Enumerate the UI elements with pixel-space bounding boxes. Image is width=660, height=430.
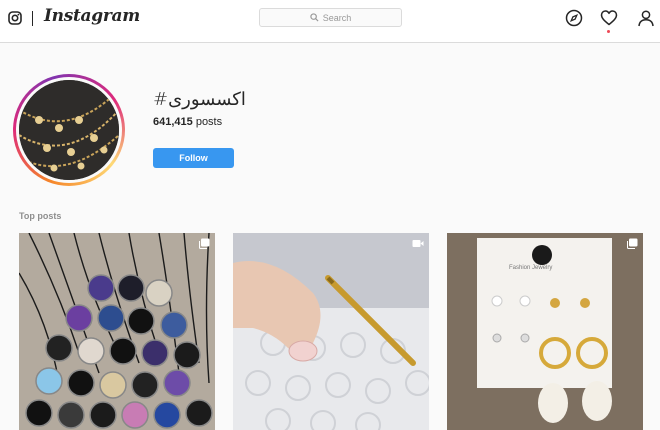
video-icon [412, 240, 424, 247]
post-count-suffix: posts [192, 116, 223, 128]
search-icon [310, 13, 319, 22]
top-post-3[interactable]: Fashion Jewelry [447, 233, 643, 430]
notification-dot [607, 30, 610, 33]
instagram-wordmark[interactable]: Instagram [44, 6, 140, 26]
hashtag-avatar [13, 74, 125, 186]
search-input[interactable]: Search [259, 8, 402, 27]
top-posts-label: Top posts [19, 211, 62, 221]
necklace-photo [19, 80, 119, 180]
hashtag-title: #اکسسوری [153, 89, 246, 110]
compass-icon[interactable] [565, 9, 583, 27]
search-placeholder: Search [322, 12, 352, 23]
camera-icon[interactable] [8, 11, 22, 25]
follow-button[interactable]: Follow [153, 148, 234, 168]
post-count: 641,415 posts [153, 116, 222, 128]
brand-divider [32, 11, 33, 26]
multiple-photos-icon [199, 238, 210, 249]
profile-icon[interactable] [637, 9, 655, 27]
crochet-photo [233, 233, 429, 430]
earrings-card-photo [447, 233, 643, 430]
heart-icon[interactable] [600, 9, 618, 27]
top-navigation-bar: Instagram Search [0, 0, 660, 43]
multiple-photos-icon [627, 238, 638, 249]
top-post-1[interactable] [19, 233, 215, 430]
top-post-2[interactable] [233, 233, 429, 430]
card-brand-text: Fashion Jewelry [509, 265, 553, 271]
post-count-value: 641,415 [153, 116, 193, 128]
pendant-necklaces-photo [19, 233, 215, 430]
